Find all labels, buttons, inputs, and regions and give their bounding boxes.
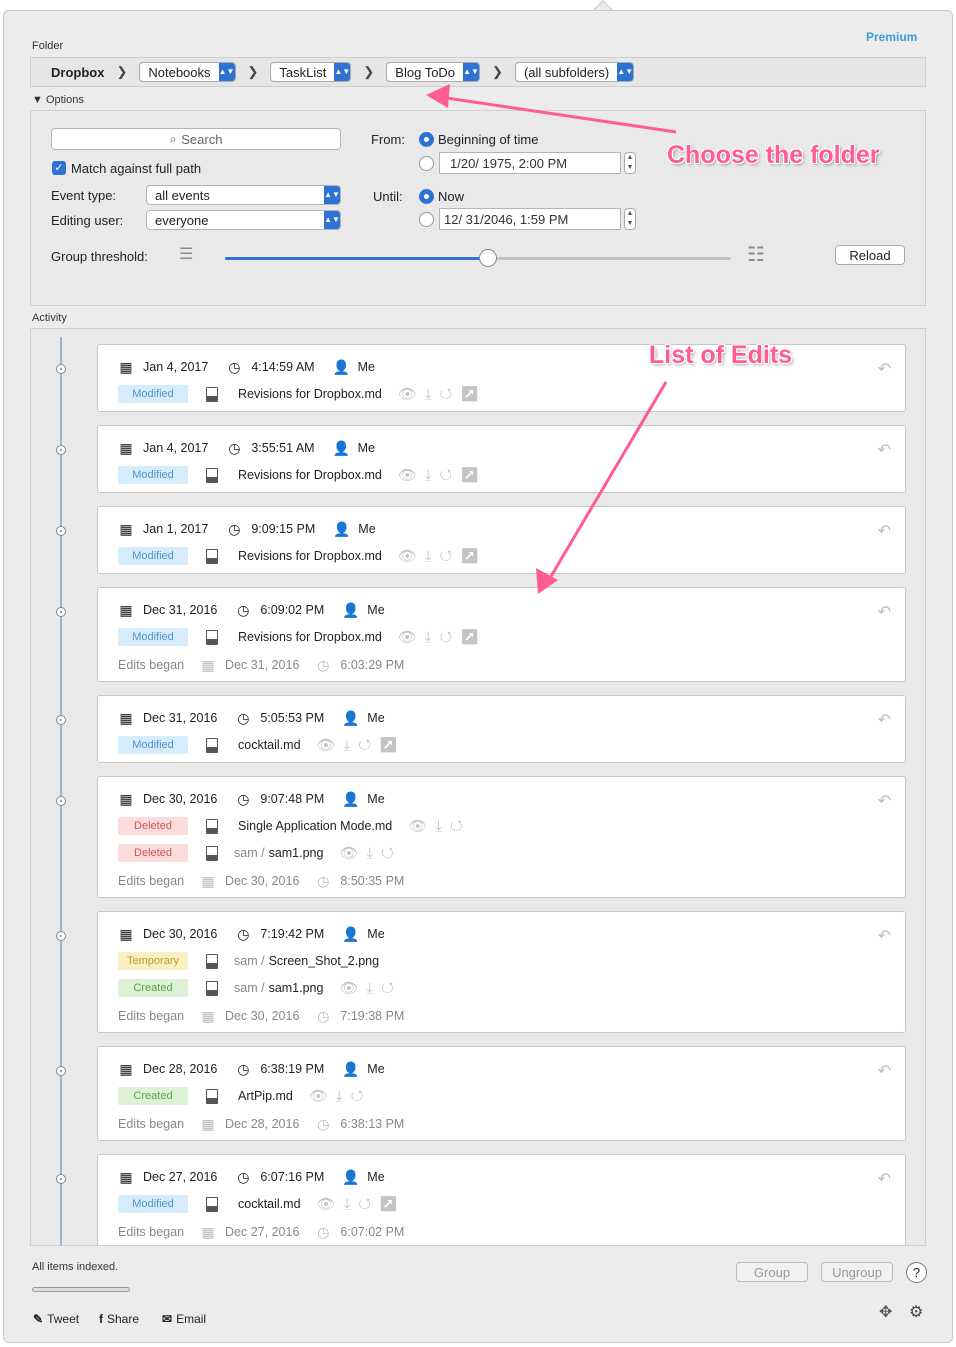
annotation-list-of-edits: List of Edits	[649, 341, 793, 369]
annotation-choose-folder: Choose the folder	[667, 141, 880, 169]
annotation-arrows	[426, 84, 677, 594]
folder-arrow-head	[426, 84, 450, 108]
list-arrow-line	[548, 381, 668, 579]
folder-arrow-line	[439, 95, 677, 134]
